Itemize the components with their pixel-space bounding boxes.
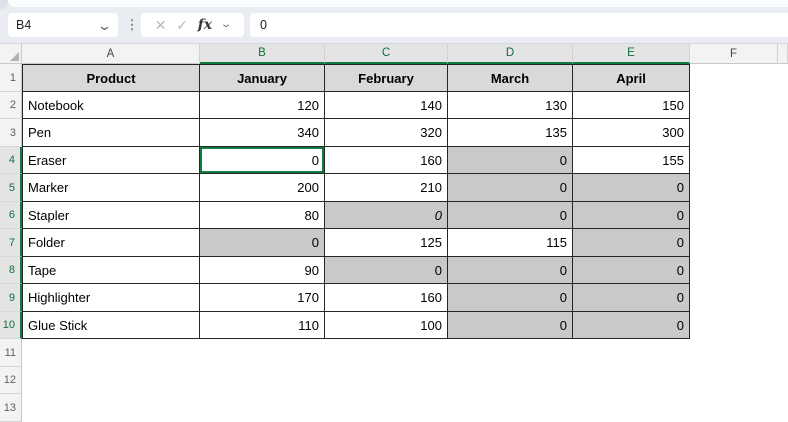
select-all-corner[interactable] bbox=[0, 44, 22, 64]
cell-B9[interactable]: 170 bbox=[200, 284, 325, 312]
row-header-9[interactable]: 9 bbox=[0, 284, 22, 312]
row-header-11[interactable]: 11 bbox=[0, 339, 22, 367]
row-header-13[interactable]: 13 bbox=[0, 394, 22, 422]
ribbon-bottom-edge bbox=[8, 0, 788, 7]
cell-C4[interactable]: 160 bbox=[325, 147, 448, 174]
column-header-D[interactable]: D bbox=[448, 44, 573, 64]
cell-D3[interactable]: 135 bbox=[448, 119, 573, 147]
cell-A5[interactable]: Marker bbox=[22, 174, 200, 202]
cell-B3[interactable]: 340 bbox=[200, 119, 325, 147]
cell-B1[interactable]: January bbox=[200, 64, 325, 92]
column-header-C[interactable]: C bbox=[325, 44, 448, 64]
formula-input[interactable]: 0 bbox=[250, 13, 788, 37]
cell-D5[interactable]: 0 bbox=[448, 174, 573, 202]
row-header-6[interactable]: 6 bbox=[0, 202, 22, 229]
cell-C5[interactable]: 210 bbox=[325, 174, 448, 202]
cell-C9[interactable]: 160 bbox=[325, 284, 448, 312]
cell-A9[interactable]: Highlighter bbox=[22, 284, 200, 312]
cell-D9[interactable]: 0 bbox=[448, 284, 573, 312]
cell-C2[interactable]: 140 bbox=[325, 92, 448, 119]
row-header-3[interactable]: 3 bbox=[0, 119, 22, 147]
row-header-7[interactable]: 7 bbox=[0, 229, 22, 257]
formula-bar-row: B4 ⌄ ⋮ ✕ ✓ fx ⌄ 0 bbox=[0, 0, 788, 44]
insert-function-icon[interactable]: fx bbox=[198, 18, 212, 32]
formula-bar-drag-handle-icon[interactable]: ⋮ bbox=[127, 12, 137, 38]
row-header-4[interactable]: 4 bbox=[0, 147, 22, 174]
row-header-5[interactable]: 5 bbox=[0, 174, 22, 202]
cell-A1[interactable]: Product bbox=[22, 64, 200, 92]
cell-D8[interactable]: 0 bbox=[448, 257, 573, 284]
cell-E10[interactable]: 0 bbox=[573, 312, 690, 339]
formula-value: 0 bbox=[260, 18, 267, 32]
cell-E4[interactable]: 155 bbox=[573, 147, 690, 174]
cell-E6[interactable]: 0 bbox=[573, 202, 690, 229]
cell-A6[interactable]: Stapler bbox=[22, 202, 200, 229]
cell-B8[interactable]: 90 bbox=[200, 257, 325, 284]
cell-A10[interactable]: Glue Stick bbox=[22, 312, 200, 339]
grid: ABCDEF12345678910111213ProductJanuaryFeb… bbox=[0, 44, 788, 422]
cell-C1[interactable]: February bbox=[325, 64, 448, 92]
name-box-chevron-icon[interactable]: ⌄ bbox=[97, 19, 112, 32]
formula-actions-group: ✕ ✓ fx ⌄ bbox=[141, 13, 244, 37]
select-all-triangle-icon bbox=[10, 52, 19, 61]
cell-D2[interactable]: 130 bbox=[448, 92, 573, 119]
cell-A2[interactable]: Notebook bbox=[22, 92, 200, 119]
cell-D6[interactable]: 0 bbox=[448, 202, 573, 229]
row-header-8[interactable]: 8 bbox=[0, 257, 22, 284]
cell-C6[interactable]: 0 bbox=[325, 202, 448, 229]
cell-D1[interactable]: March bbox=[448, 64, 573, 92]
cell-C10[interactable]: 100 bbox=[325, 312, 448, 339]
column-header-E[interactable]: E bbox=[573, 44, 690, 64]
cell-C7[interactable]: 125 bbox=[325, 229, 448, 257]
cell-B6[interactable]: 80 bbox=[200, 202, 325, 229]
row-header-2[interactable]: 2 bbox=[0, 92, 22, 119]
cell-B5[interactable]: 200 bbox=[200, 174, 325, 202]
fx-chevron-icon[interactable]: ⌄ bbox=[220, 20, 233, 30]
cell-E9[interactable]: 0 bbox=[573, 284, 690, 312]
name-box[interactable]: B4 ⌄ bbox=[8, 13, 118, 37]
column-header-B[interactable]: B bbox=[200, 44, 325, 64]
column-header-A[interactable]: A bbox=[22, 44, 200, 64]
cell-A7[interactable]: Folder bbox=[22, 229, 200, 257]
cell-E7[interactable]: 0 bbox=[573, 229, 690, 257]
cell-A8[interactable]: Tape bbox=[22, 257, 200, 284]
cell-C8[interactable]: 0 bbox=[325, 257, 448, 284]
row-header-12[interactable]: 12 bbox=[0, 367, 22, 394]
cell-B4[interactable]: 0 bbox=[200, 147, 325, 174]
cell-B7[interactable]: 0 bbox=[200, 229, 325, 257]
cell-A4[interactable]: Eraser bbox=[22, 147, 200, 174]
enter-icon[interactable]: ✓ bbox=[176, 18, 188, 32]
cell-E8[interactable]: 0 bbox=[573, 257, 690, 284]
column-header-partial[interactable] bbox=[778, 44, 788, 64]
row-header-1[interactable]: 1 bbox=[0, 64, 22, 92]
name-box-value: B4 bbox=[16, 18, 99, 32]
cell-B2[interactable]: 120 bbox=[200, 92, 325, 119]
cell-E2[interactable]: 150 bbox=[573, 92, 690, 119]
cancel-icon[interactable]: ✕ bbox=[155, 18, 167, 32]
cell-B10[interactable]: 110 bbox=[200, 312, 325, 339]
row-header-10[interactable]: 10 bbox=[0, 312, 22, 339]
cell-A3[interactable]: Pen bbox=[22, 119, 200, 147]
cell-D7[interactable]: 115 bbox=[448, 229, 573, 257]
cell-E1[interactable]: April bbox=[573, 64, 690, 92]
cell-E5[interactable]: 0 bbox=[573, 174, 690, 202]
cell-D10[interactable]: 0 bbox=[448, 312, 573, 339]
column-header-F[interactable]: F bbox=[690, 44, 778, 64]
excel-window: B4 ⌄ ⋮ ✕ ✓ fx ⌄ 0 ABCDEF1234567891011121… bbox=[0, 0, 788, 422]
cell-D4[interactable]: 0 bbox=[448, 147, 573, 174]
cell-C3[interactable]: 320 bbox=[325, 119, 448, 147]
cell-E3[interactable]: 300 bbox=[573, 119, 690, 147]
ribbon-corner-notch bbox=[0, 0, 8, 9]
